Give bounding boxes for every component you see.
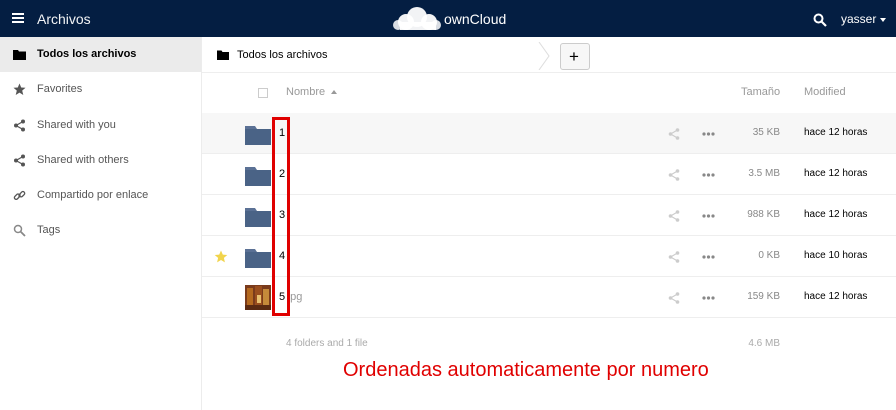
favorite-star-icon[interactable]	[214, 250, 228, 263]
cloud-logo-icon	[393, 7, 441, 30]
folder-icon	[245, 249, 271, 268]
file-modified: hace 12 horas	[804, 168, 868, 179]
file-size: 35 KB	[752, 127, 780, 138]
sidebar-item-label: Todos los archivos	[37, 48, 137, 60]
sidebar-nav: Todos los archivos Favorites Shared with…	[0, 37, 202, 410]
breadcrumb-separator-icon	[538, 42, 550, 70]
column-header-modified[interactable]: Modified	[804, 86, 846, 98]
file-table-header: Nombre Tamaño Modified	[202, 73, 896, 113]
sidebar-item-shared-by-link[interactable]: Compartido por enlace	[0, 178, 201, 213]
column-header-size[interactable]: Tamaño	[741, 86, 780, 98]
owncloud-logo[interactable]: ownCloud	[392, 6, 512, 32]
search-icon[interactable]	[813, 13, 827, 27]
folder-icon	[245, 208, 271, 227]
share-icon[interactable]	[668, 251, 680, 263]
column-header-name-label: Nombre	[286, 86, 326, 98]
sidebar-item-label: Shared with you	[37, 119, 116, 131]
share-icon[interactable]	[668, 169, 680, 181]
plus-icon: +	[569, 47, 579, 66]
file-modified: hace 12 horas	[804, 127, 868, 138]
share-icon	[14, 154, 25, 167]
annotation-text: Ordenadas automaticamente por numero	[343, 359, 709, 381]
sidebar-item-tags[interactable]: Tags	[0, 213, 201, 248]
share-icon[interactable]	[668, 128, 680, 140]
chevron-down-icon	[880, 17, 887, 22]
folder-icon	[245, 167, 271, 186]
file-modified: hace 10 horas	[804, 250, 868, 261]
breadcrumb[interactable]: Todos los archivos	[237, 49, 328, 61]
hamburger-menu-icon[interactable]	[12, 12, 25, 25]
table-row[interactable]: 2 3.5 MB hace 12 horas	[202, 154, 896, 195]
app-title[interactable]: Archivos	[37, 11, 91, 27]
star-icon	[13, 83, 26, 95]
tag-icon	[13, 224, 26, 237]
sidebar-item-all-files[interactable]: Todos los archivos	[0, 37, 201, 72]
controls-bar: Todos los archivos +	[202, 37, 896, 73]
user-menu[interactable]: yasser	[841, 12, 887, 26]
highlight-box	[272, 117, 290, 316]
file-extension: pg	[290, 291, 303, 303]
table-row[interactable]: 4 0 KB hace 10 horas	[202, 236, 896, 277]
more-options-icon[interactable]	[702, 296, 715, 300]
summary-size: 4.6 MB	[748, 338, 780, 349]
sort-ascending-icon	[331, 90, 338, 95]
file-size: 3.5 MB	[748, 168, 780, 179]
sidebar-item-favorites[interactable]: Favorites	[0, 72, 201, 107]
more-options-icon[interactable]	[702, 173, 715, 177]
select-all-checkbox[interactable]	[258, 88, 268, 98]
top-header: Archivos ownCloud yasser	[0, 0, 896, 37]
share-icon	[14, 119, 25, 132]
share-icon[interactable]	[668, 210, 680, 222]
summary-count: 4 folders and 1 file	[286, 338, 368, 349]
table-row[interactable]: 1 35 KB hace 12 horas	[202, 113, 896, 154]
sidebar-item-label: Compartido por enlace	[37, 189, 149, 201]
folder-icon	[13, 50, 26, 60]
column-header-name[interactable]: Nombre	[286, 86, 338, 98]
sidebar-item-shared-with-others[interactable]: Shared with others	[0, 143, 201, 178]
file-modified: hace 12 horas	[804, 209, 868, 220]
sidebar-item-shared-with-you[interactable]: Shared with you	[0, 108, 201, 143]
folder-icon[interactable]	[217, 49, 229, 61]
file-size: 159 KB	[747, 291, 780, 302]
file-size: 0 KB	[758, 250, 780, 261]
share-icon[interactable]	[668, 292, 680, 304]
logo-text: ownCloud	[444, 11, 507, 27]
sidebar-item-label: Tags	[37, 224, 61, 236]
more-options-icon[interactable]	[702, 255, 715, 259]
new-file-button[interactable]: +	[560, 43, 590, 70]
file-size: 988 KB	[747, 209, 780, 220]
file-modified: hace 12 horas	[804, 291, 868, 302]
table-row[interactable]: 3 988 KB hace 12 horas	[202, 195, 896, 236]
table-row[interactable]: 5 pg 159 KB hace 12 horas	[202, 277, 896, 318]
sidebar-item-label: Favorites	[37, 83, 83, 95]
folder-icon	[245, 126, 271, 145]
more-options-icon[interactable]	[702, 214, 715, 218]
link-icon	[13, 190, 26, 201]
image-thumbnail-icon	[245, 285, 271, 310]
user-name: yasser	[841, 12, 877, 26]
more-options-icon[interactable]	[702, 132, 715, 136]
sidebar-item-label: Shared with others	[37, 154, 129, 166]
